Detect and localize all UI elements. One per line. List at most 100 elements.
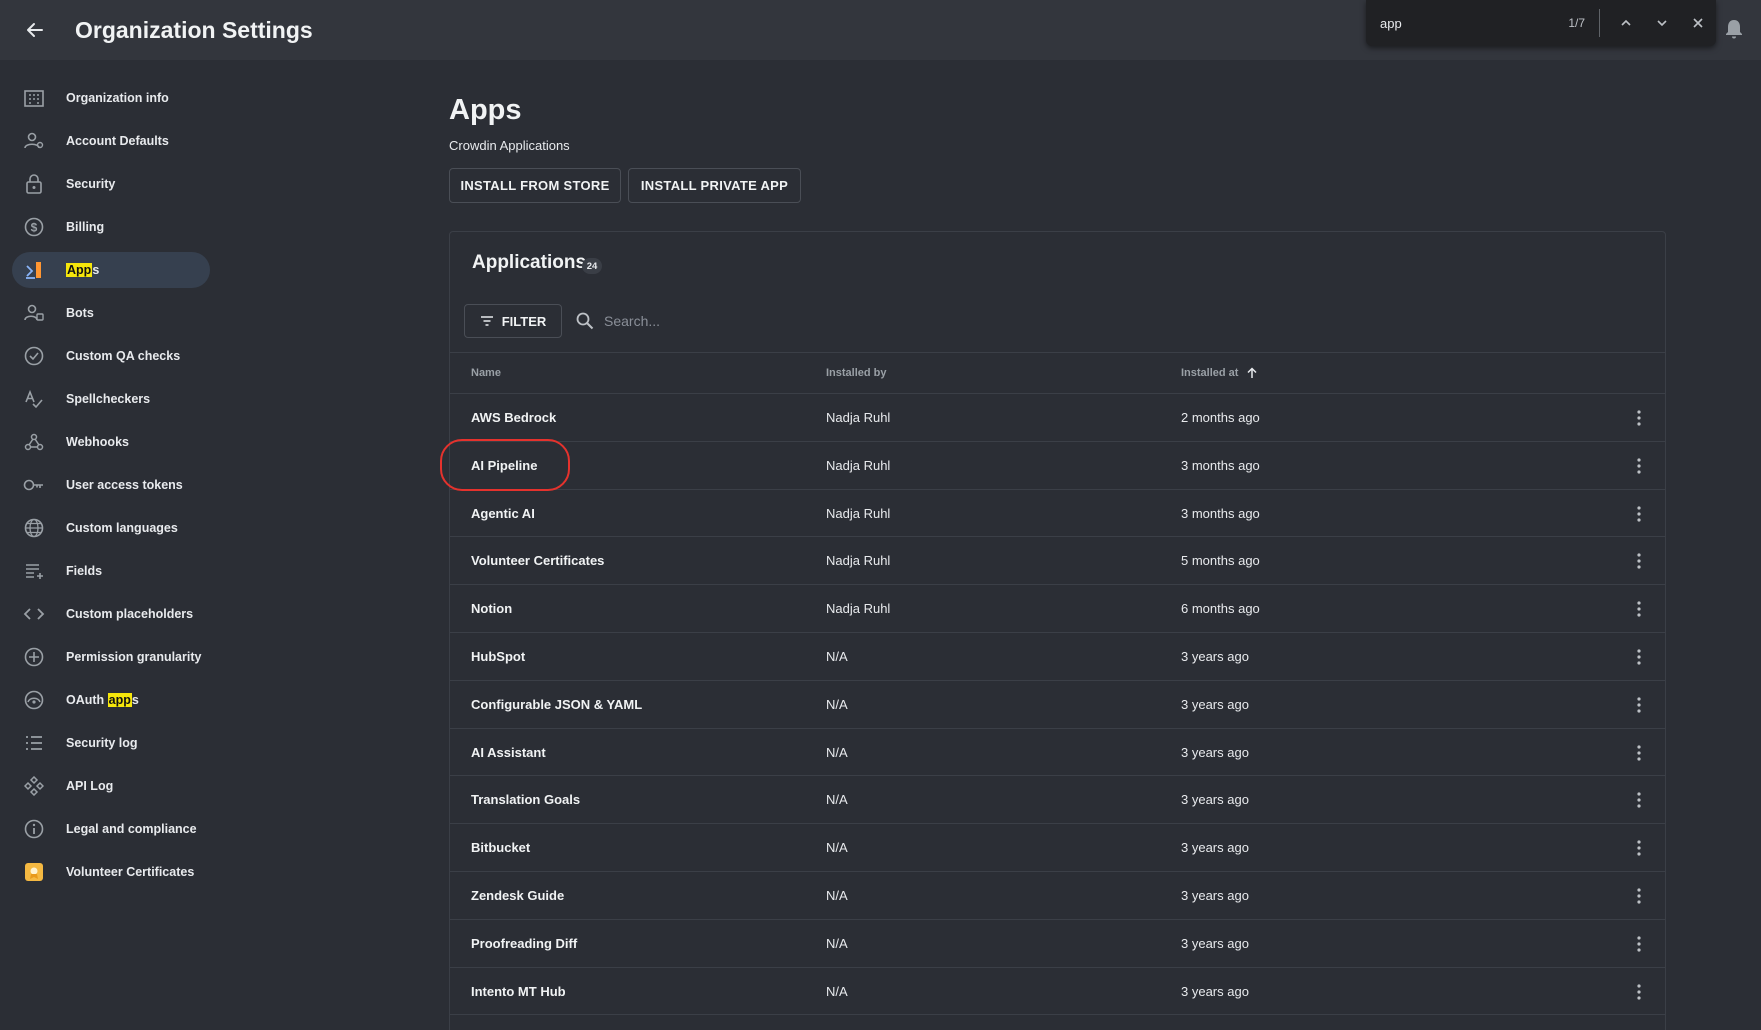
row-menu-button[interactable] xyxy=(1625,500,1653,528)
sidebar-item-label: Custom QA checks xyxy=(66,349,181,363)
table-row[interactable]: Bitbucket N/A 3 years ago xyxy=(450,824,1665,872)
find-next-button[interactable] xyxy=(1644,5,1680,41)
key-icon xyxy=(22,473,46,497)
close-icon xyxy=(1693,18,1703,28)
column-header-name[interactable]: Name xyxy=(471,367,501,379)
sidebar-item-label: Spellcheckers xyxy=(66,392,151,406)
sidebar-item-custom-placeholders[interactable]: Custom placeholders xyxy=(12,596,210,632)
sidebar-item-oauth-apps[interactable]: OAuth apps xyxy=(12,682,210,718)
sidebar-item-permission-granularity[interactable]: Permission granularity xyxy=(12,639,210,675)
search-input[interactable] xyxy=(604,313,854,329)
sidebar-item-label: Security xyxy=(66,177,116,191)
table-row[interactable]: Translation Goals N/A 3 years ago xyxy=(450,776,1665,825)
table-row[interactable]: HubSpot N/A 3 years ago xyxy=(450,633,1665,681)
more-vertical-icon xyxy=(1637,888,1641,904)
sidebar-item-spellcheckers[interactable]: Spellcheckers xyxy=(12,381,210,417)
table-row[interactable]: Proofreading Diff N/A 3 years ago xyxy=(450,920,1665,968)
install-from-store-button[interactable]: INSTALL FROM STORE xyxy=(449,168,621,203)
bell-icon xyxy=(1726,20,1742,39)
row-menu-button[interactable] xyxy=(1625,691,1653,719)
row-menu-button[interactable] xyxy=(1625,739,1653,767)
table-row[interactable]: Volunteer Certificates Nadja Ruhl 5 months… xyxy=(450,537,1665,586)
table-row[interactable]: Notion Nadja Ruhl 6 months ago xyxy=(450,585,1665,633)
app-name-cell[interactable]: AI Assistant xyxy=(471,745,546,760)
notifications-button[interactable] xyxy=(1721,16,1747,42)
table-row[interactable]: Zendesk Guide N/A 3 years ago xyxy=(450,872,1665,920)
app-name-cell[interactable]: Bitbucket xyxy=(471,840,530,855)
app-name-cell[interactable]: Volunteer Certificates xyxy=(471,553,604,568)
row-menu-button[interactable] xyxy=(1625,786,1653,814)
installed-by-cell: N/A xyxy=(826,983,848,999)
sidebar-item-legal-and-compliance[interactable]: Legal and compliance xyxy=(12,811,210,847)
oauth-icon xyxy=(22,688,46,712)
table-row[interactable]: AI Assistant N/A 3 years ago xyxy=(450,729,1665,777)
column-header-installed-at[interactable]: Installed at xyxy=(1181,367,1258,379)
table-row[interactable]: AWS Bedrock Nadja Ruhl 2 months ago xyxy=(450,394,1665,442)
find-match-count: 1/7 xyxy=(1568,16,1585,30)
find-input[interactable] xyxy=(1380,15,1550,31)
sidebar-item-billing[interactable]: $ Billing xyxy=(12,209,210,245)
sidebar-item-api-log[interactable]: API Log xyxy=(12,768,210,804)
installed-by-cell: N/A xyxy=(826,840,848,856)
column-header-installed-by[interactable]: Installed by xyxy=(826,367,887,379)
app-name-cell[interactable]: AWS Bedrock xyxy=(471,410,556,425)
sidebar-item-bots[interactable]: Bots xyxy=(12,295,210,331)
installed-at-cell: 5 months ago xyxy=(1181,553,1260,569)
more-vertical-icon xyxy=(1637,840,1641,856)
sidebar-item-label: Webhooks xyxy=(66,435,129,449)
more-vertical-icon xyxy=(1637,505,1641,522)
filter-button[interactable]: FILTER xyxy=(464,304,562,338)
installed-by-cell: N/A xyxy=(826,935,848,951)
app-name-cell[interactable]: Zendesk Guide xyxy=(471,888,564,903)
installed-by-cell: Nadja Ruhl xyxy=(826,553,891,569)
sidebar-item-security-log[interactable]: Security log xyxy=(12,725,210,761)
dollar-circle-icon: $ xyxy=(22,215,46,239)
installed-at-cell: 6 months ago xyxy=(1181,601,1260,617)
row-menu-button[interactable] xyxy=(1625,404,1653,432)
sidebar-item-custom-qa-checks[interactable]: Custom QA checks xyxy=(12,338,210,374)
app-name-cell[interactable]: AI Pipeline xyxy=(471,458,537,473)
sidebar-item-organization-info[interactable]: Organization info xyxy=(12,80,210,116)
table-row[interactable]: Intento MT Hub N/A 3 years ago xyxy=(450,968,1665,1016)
app-name-cell[interactable]: Translation Goals xyxy=(471,792,580,807)
app-name-cell[interactable]: HubSpot xyxy=(471,649,525,664)
app-name-cell[interactable]: Notion xyxy=(471,601,512,616)
chevron-up-icon xyxy=(1621,19,1631,26)
sidebar-item-user-access-tokens[interactable]: User access tokens xyxy=(12,467,210,503)
row-menu-button[interactable] xyxy=(1625,452,1653,480)
row-menu-button[interactable] xyxy=(1625,882,1653,910)
lock-icon xyxy=(22,172,46,196)
app-name-cell[interactable]: Agentic AI xyxy=(471,506,535,521)
install-private-app-button[interactable]: INSTALL PRIVATE APP xyxy=(628,168,801,203)
row-menu-button[interactable] xyxy=(1625,834,1653,862)
sidebar-item-label: Legal and compliance xyxy=(66,822,197,836)
table-row[interactable]: AI Pipeline Nadja Ruhl 3 months ago xyxy=(450,442,1665,490)
table-row[interactable]: Configurable JSON & YAML N/A 3 years ago xyxy=(450,681,1665,729)
spellcheck-icon xyxy=(22,387,46,411)
sidebar-item-webhooks[interactable]: Webhooks xyxy=(12,424,210,460)
row-menu-button[interactable] xyxy=(1625,547,1653,575)
sidebar-item-account-defaults[interactable]: Account Defaults xyxy=(12,123,210,159)
more-vertical-icon xyxy=(1637,744,1641,761)
row-menu-button[interactable] xyxy=(1625,643,1653,671)
sidebar-item-volunteer-certificates[interactable]: Volunteer Certificates xyxy=(12,854,210,890)
find-previous-button[interactable] xyxy=(1608,5,1644,41)
installed-at-cell: 3 years ago xyxy=(1181,744,1249,760)
more-vertical-icon xyxy=(1637,792,1641,808)
installed-at-cell: 3 years ago xyxy=(1181,935,1249,951)
table-row[interactable]: Agentic AI Nadja Ruhl 3 months ago xyxy=(450,490,1665,538)
app-name-cell[interactable]: Configurable JSON & YAML xyxy=(471,697,642,712)
app-name-cell[interactable]: Intento MT Hub xyxy=(471,984,566,999)
sidebar-item-security[interactable]: Security xyxy=(12,166,210,202)
sidebar-item-custom-languages[interactable]: Custom languages xyxy=(12,510,210,546)
sidebar-item-label: Custom languages xyxy=(66,521,178,535)
sidebar-item-apps[interactable]: Apps xyxy=(12,252,210,288)
find-close-button[interactable] xyxy=(1680,5,1716,41)
sidebar-item-fields[interactable]: Fields xyxy=(12,553,210,589)
app-name-cell[interactable]: Proofreading Diff xyxy=(471,936,577,951)
row-menu-button[interactable] xyxy=(1625,930,1653,958)
filter-icon xyxy=(480,316,493,326)
row-menu-button[interactable] xyxy=(1625,978,1653,1006)
back-button[interactable] xyxy=(17,12,53,48)
row-menu-button[interactable] xyxy=(1625,595,1653,623)
